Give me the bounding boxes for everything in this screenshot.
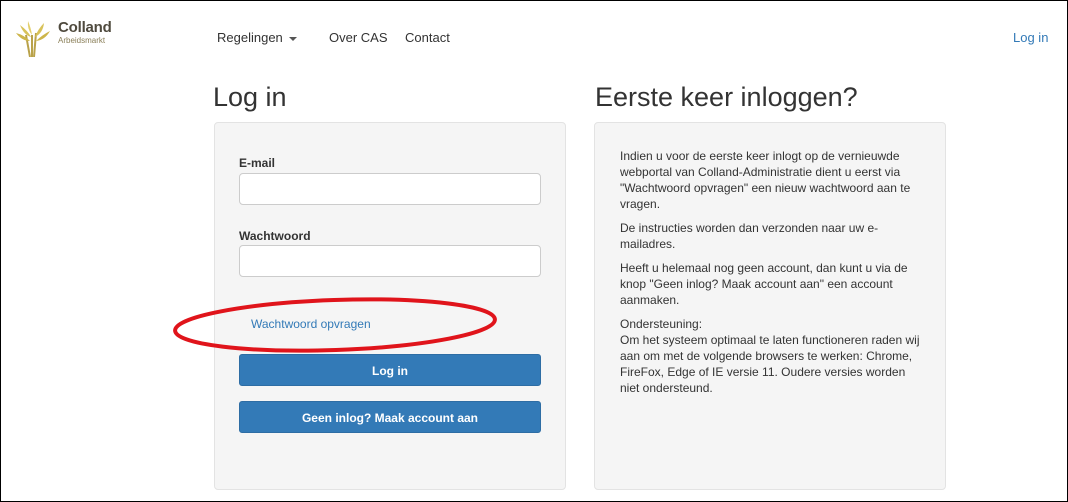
info-paragraph: Heeft u helemaal nog geen account, dan k… bbox=[620, 261, 908, 307]
nav-item-regelingen[interactable]: Regelingen bbox=[217, 30, 297, 45]
login-well: E-mail Wachtwoord Wachtwoord opvragen Lo… bbox=[214, 122, 566, 490]
nav-item-label: Contact bbox=[405, 30, 450, 45]
info-well: Indien u voor de eerste keer inlogt op d… bbox=[594, 122, 946, 490]
nav-item-label: Over CAS bbox=[329, 30, 388, 45]
nav-item-contact[interactable]: Contact bbox=[405, 30, 450, 45]
login-heading: Log in bbox=[213, 82, 287, 112]
brand-subtitle: Arbeidsmarkt bbox=[58, 36, 106, 45]
forgot-password-link[interactable]: Wachtwoord opvragen bbox=[251, 317, 371, 331]
login-button[interactable]: Log in bbox=[239, 354, 541, 386]
nav-login-link[interactable]: Log in bbox=[1013, 30, 1048, 45]
brand-name: Colland bbox=[58, 19, 112, 36]
top-navbar: Colland Arbeidsmarkt Regelingen Over CAS… bbox=[1, 1, 1067, 75]
email-field[interactable] bbox=[239, 173, 541, 205]
nav-item-over-cas[interactable]: Over CAS bbox=[329, 30, 388, 45]
password-label: Wachtwoord bbox=[239, 229, 311, 243]
nav-item-label: Regelingen bbox=[217, 30, 283, 45]
info-text: Indien u voor de eerste keer inlogt op d… bbox=[620, 148, 925, 404]
brand-logo[interactable]: Colland Arbeidsmarkt bbox=[14, 19, 119, 57]
support-heading: Ondersteuning: bbox=[620, 317, 703, 331]
info-heading: Eerste keer inloggen? bbox=[595, 82, 858, 112]
info-paragraph: Indien u voor de eerste keer inlogt op d… bbox=[620, 149, 911, 211]
password-field[interactable] bbox=[239, 245, 541, 277]
create-account-button[interactable]: Geen inlog? Maak account aan bbox=[239, 401, 541, 433]
wheat-logo-icon bbox=[16, 21, 50, 57]
info-paragraph: De instructies worden dan verzonden naar… bbox=[620, 221, 879, 251]
caret-down-icon bbox=[288, 36, 297, 41]
email-label: E-mail bbox=[239, 156, 276, 170]
info-paragraph: Om het systeem optimaal te laten functio… bbox=[620, 333, 920, 395]
